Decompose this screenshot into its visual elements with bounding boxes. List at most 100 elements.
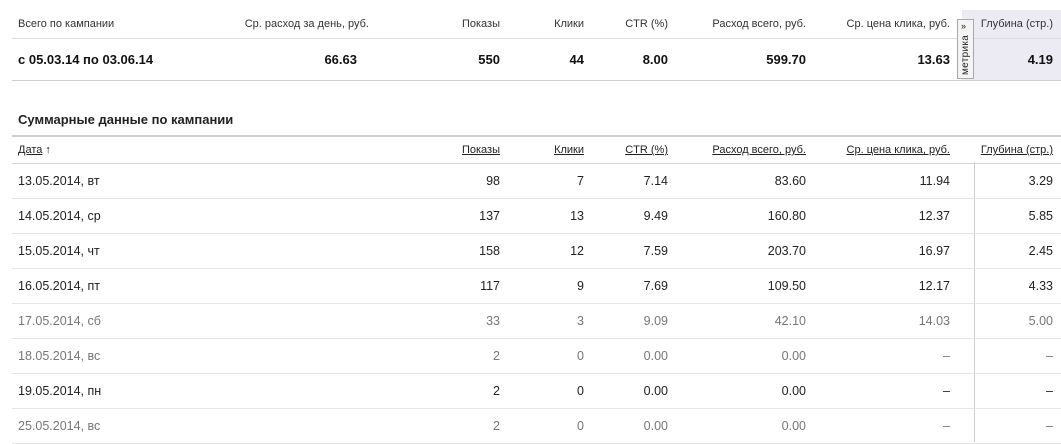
cell-depth: – xyxy=(1046,418,1053,433)
summary-spend: 599.70 xyxy=(766,52,806,67)
cell-cpc: 11.94 xyxy=(919,173,950,188)
cell-clicks: 9 xyxy=(577,278,584,293)
summary-header-spend: Расход всего, руб. xyxy=(712,18,806,30)
table-row: 13.05.2014, вт 98 7 7.14 83.60 11.94 3.2… xyxy=(12,163,1061,199)
sort-by-date-link[interactable]: Дата xyxy=(18,144,42,156)
cell-ctr: 9.09 xyxy=(643,313,668,328)
cell-ctr: 0.00 xyxy=(643,383,668,398)
sort-up-arrow-icon: ↑ xyxy=(45,144,51,156)
cell-shows: 33 xyxy=(486,313,500,328)
sort-by-spend-link[interactable]: Расход всего, руб. xyxy=(712,144,806,156)
date-column-header: Дата ↑ xyxy=(18,137,51,163)
section-title: Суммарные данные по кампании xyxy=(18,112,234,127)
table-row: 25.05.2014, вс 2 0 0.00 0.00 – – xyxy=(12,408,1061,444)
cell-spend: 83.60 xyxy=(774,173,806,188)
cpc-column-header: Ср. цена клика, руб. xyxy=(847,137,950,163)
cell-clicks: 13 xyxy=(570,208,584,223)
cell-spend: 109.50 xyxy=(767,278,806,293)
cell-depth: 5.00 xyxy=(1028,313,1053,328)
cell-ctr: 7.59 xyxy=(643,243,668,258)
cell-depth: 2.45 xyxy=(1028,243,1053,258)
cell-clicks: 7 xyxy=(577,173,584,188)
cell-clicks: 0 xyxy=(577,383,584,398)
cell-shows: 137 xyxy=(479,208,500,223)
cell-ctr: 0.00 xyxy=(643,418,668,433)
cell-cpc: – xyxy=(943,418,950,433)
cell-ctr: 7.69 xyxy=(643,278,668,293)
summary-ctr: 8.00 xyxy=(642,52,668,67)
sort-by-shows-link[interactable]: Показы xyxy=(462,144,500,156)
summary-header: Всего по кампании Ср. расход за день, ру… xyxy=(12,10,1061,39)
summary-clicks: 44 xyxy=(569,52,584,67)
details-header: Дата ↑ Показы Клики CTR (%) Расход всего… xyxy=(12,135,1061,164)
summary-header-cpc: Ср. цена клика, руб. xyxy=(846,18,950,30)
summary-cpc: 13.63 xyxy=(917,52,950,67)
metrika-toggle-button[interactable]: » метрика xyxy=(957,19,974,79)
cell-date: 25.05.2014, вс xyxy=(18,418,101,433)
cell-spend: 0.00 xyxy=(781,348,806,363)
cell-cpc: 12.17 xyxy=(918,278,950,293)
cell-shows: 98 xyxy=(486,173,500,188)
cell-date: 15.05.2014, чт xyxy=(18,243,100,258)
table-row: 19.05.2014, пн 2 0 0.00 0.00 – – xyxy=(12,373,1061,409)
table-row: 17.05.2014, сб 33 3 9.09 42.10 14.03 5.0… xyxy=(12,303,1061,339)
cell-cpc: 12.37 xyxy=(918,208,950,223)
cell-depth: 3.29 xyxy=(1028,173,1053,188)
cell-date: 17.05.2014, сб xyxy=(18,313,101,328)
summary-depth: 4.19 xyxy=(1027,52,1053,67)
cell-shows: 2 xyxy=(493,383,500,398)
summary-header-total: Всего по кампании xyxy=(18,18,115,30)
cell-shows: 117 xyxy=(480,278,500,293)
table-row: 15.05.2014, чт 158 12 7.59 203.70 16.97 … xyxy=(12,233,1061,269)
summary-header-depth: Глубина (стр.) xyxy=(980,18,1053,30)
cell-cpc: 16.97 xyxy=(918,243,950,258)
cell-cpc: – xyxy=(943,348,950,363)
cell-ctr: 7.14 xyxy=(643,173,668,188)
metrika-label: метрика xyxy=(960,34,971,75)
cell-shows: 158 xyxy=(479,243,500,258)
table-row: 14.05.2014, ср 137 13 9.49 160.80 12.37 … xyxy=(12,198,1061,234)
summary-header-shows: Показы xyxy=(461,18,500,30)
cell-depth: – xyxy=(1046,348,1053,363)
cell-clicks: 0 xyxy=(577,348,584,363)
cell-shows: 2 xyxy=(493,418,500,433)
cell-ctr: 9.49 xyxy=(643,208,668,223)
summary-header-avg-daily: Ср. расход за день, руб. xyxy=(244,18,369,30)
sort-by-clicks-link[interactable]: Клики xyxy=(554,144,584,156)
cell-depth: 4.33 xyxy=(1028,278,1053,293)
summary-period: с 05.03.14 по 03.06.14 xyxy=(18,52,154,67)
cell-shows: 2 xyxy=(493,348,500,363)
cell-clicks: 0 xyxy=(577,418,584,433)
summary-header-ctr: CTR (%) xyxy=(625,18,668,30)
table-row: 18.05.2014, вс 2 0 0.00 0.00 – – xyxy=(12,338,1061,374)
spend-column-header: Расход всего, руб. xyxy=(712,137,806,163)
cell-date: 19.05.2014, пн xyxy=(18,383,102,398)
cell-spend: 160.80 xyxy=(767,208,806,223)
double-chevron-icon: » xyxy=(961,21,967,31)
clicks-column-header: Клики xyxy=(554,137,584,163)
cell-date: 18.05.2014, вс xyxy=(18,348,101,363)
ctr-column-header: CTR (%) xyxy=(625,137,668,163)
table-row: 16.05.2014, пт 117 9 7.69 109.50 12.17 4… xyxy=(12,268,1061,304)
cell-spend: 0.00 xyxy=(781,383,806,398)
cell-spend: 42.10 xyxy=(774,313,806,328)
shows-column-header: Показы xyxy=(462,137,500,163)
cell-date: 16.05.2014, пт xyxy=(18,278,101,293)
cell-ctr: 0.00 xyxy=(643,348,668,363)
cell-date: 13.05.2014, вт xyxy=(18,173,100,188)
cell-date: 14.05.2014, ср xyxy=(18,208,101,223)
cell-depth: – xyxy=(1046,383,1053,398)
cell-cpc: – xyxy=(943,383,950,398)
sort-by-ctr-link[interactable]: CTR (%) xyxy=(625,144,668,156)
summary-avg-daily: 66.63 xyxy=(324,52,357,67)
cell-depth: 5.85 xyxy=(1028,208,1053,223)
sort-by-cpc-link[interactable]: Ср. цена клика, руб. xyxy=(847,144,950,156)
summary-header-clicks: Клики xyxy=(554,18,584,30)
cell-spend: 0.00 xyxy=(781,418,806,433)
depth-column-header: Глубина (стр.) xyxy=(981,137,1053,163)
cell-clicks: 12 xyxy=(570,243,584,258)
sort-by-depth-link[interactable]: Глубина (стр.) xyxy=(981,144,1053,156)
cell-spend: 203.70 xyxy=(767,243,806,258)
cell-clicks: 3 xyxy=(577,313,584,328)
summary-row: с 05.03.14 по 03.06.14 66.63 550 44 8.00… xyxy=(12,39,1061,81)
